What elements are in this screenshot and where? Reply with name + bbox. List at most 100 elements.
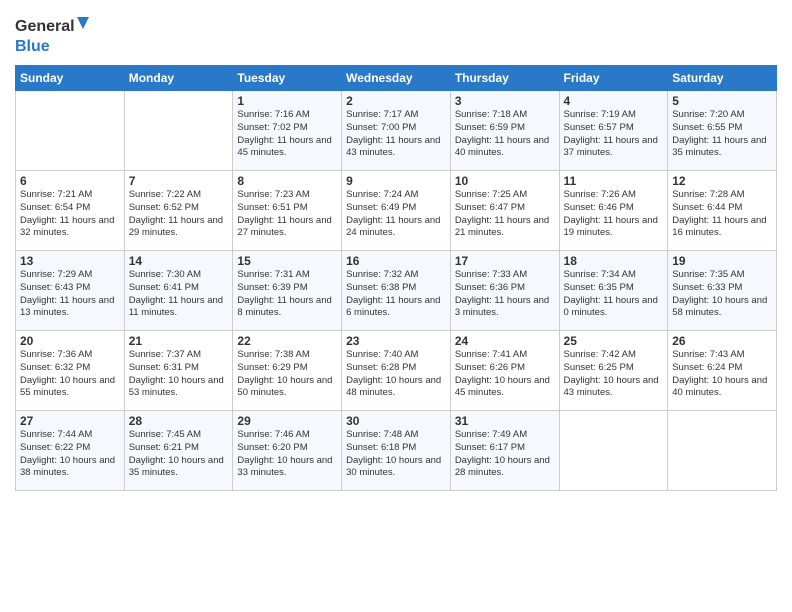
calendar-week-row: 27Sunrise: 7:44 AM Sunset: 6:22 PM Dayli… — [16, 411, 777, 491]
day-info: Sunrise: 7:24 AM Sunset: 6:49 PM Dayligh… — [346, 189, 446, 240]
day-info: Sunrise: 7:20 AM Sunset: 6:55 PM Dayligh… — [672, 109, 772, 160]
calendar-cell: 25Sunrise: 7:42 AM Sunset: 6:25 PM Dayli… — [559, 331, 668, 411]
calendar-cell — [559, 411, 668, 491]
calendar-cell: 5Sunrise: 7:20 AM Sunset: 6:55 PM Daylig… — [668, 91, 777, 171]
calendar-cell: 12Sunrise: 7:28 AM Sunset: 6:44 PM Dayli… — [668, 171, 777, 251]
day-number: 16 — [346, 254, 446, 268]
page-header: GeneralBlue — [15, 10, 777, 57]
calendar-cell: 23Sunrise: 7:40 AM Sunset: 6:28 PM Dayli… — [342, 331, 451, 411]
day-number: 12 — [672, 174, 772, 188]
day-info: Sunrise: 7:17 AM Sunset: 7:00 PM Dayligh… — [346, 109, 446, 160]
day-info: Sunrise: 7:18 AM Sunset: 6:59 PM Dayligh… — [455, 109, 555, 160]
logo: GeneralBlue — [15, 10, 95, 57]
day-number: 17 — [455, 254, 555, 268]
calendar-table: SundayMondayTuesdayWednesdayThursdayFrid… — [15, 65, 777, 491]
calendar-header-row: SundayMondayTuesdayWednesdayThursdayFrid… — [16, 66, 777, 91]
weekday-header-friday: Friday — [559, 66, 668, 91]
day-info: Sunrise: 7:34 AM Sunset: 6:35 PM Dayligh… — [564, 269, 664, 320]
day-info: Sunrise: 7:49 AM Sunset: 6:17 PM Dayligh… — [455, 429, 555, 480]
calendar-cell: 3Sunrise: 7:18 AM Sunset: 6:59 PM Daylig… — [450, 91, 559, 171]
calendar-cell: 30Sunrise: 7:48 AM Sunset: 6:18 PM Dayli… — [342, 411, 451, 491]
weekday-header-tuesday: Tuesday — [233, 66, 342, 91]
calendar-cell: 7Sunrise: 7:22 AM Sunset: 6:52 PM Daylig… — [124, 171, 233, 251]
day-number: 27 — [20, 414, 120, 428]
calendar-cell: 13Sunrise: 7:29 AM Sunset: 6:43 PM Dayli… — [16, 251, 125, 331]
calendar-week-row: 13Sunrise: 7:29 AM Sunset: 6:43 PM Dayli… — [16, 251, 777, 331]
day-info: Sunrise: 7:43 AM Sunset: 6:24 PM Dayligh… — [672, 349, 772, 400]
day-info: Sunrise: 7:21 AM Sunset: 6:54 PM Dayligh… — [20, 189, 120, 240]
calendar-cell: 14Sunrise: 7:30 AM Sunset: 6:41 PM Dayli… — [124, 251, 233, 331]
calendar-cell — [16, 91, 125, 171]
calendar-cell: 6Sunrise: 7:21 AM Sunset: 6:54 PM Daylig… — [16, 171, 125, 251]
day-info: Sunrise: 7:40 AM Sunset: 6:28 PM Dayligh… — [346, 349, 446, 400]
day-info: Sunrise: 7:36 AM Sunset: 6:32 PM Dayligh… — [20, 349, 120, 400]
day-info: Sunrise: 7:48 AM Sunset: 6:18 PM Dayligh… — [346, 429, 446, 480]
day-number: 25 — [564, 334, 664, 348]
weekday-header-monday: Monday — [124, 66, 233, 91]
day-number: 2 — [346, 94, 446, 108]
calendar-cell — [124, 91, 233, 171]
day-info: Sunrise: 7:28 AM Sunset: 6:44 PM Dayligh… — [672, 189, 772, 240]
calendar-cell: 26Sunrise: 7:43 AM Sunset: 6:24 PM Dayli… — [668, 331, 777, 411]
day-number: 20 — [20, 334, 120, 348]
day-number: 29 — [237, 414, 337, 428]
day-number: 15 — [237, 254, 337, 268]
day-info: Sunrise: 7:45 AM Sunset: 6:21 PM Dayligh… — [129, 429, 229, 480]
calendar-cell: 10Sunrise: 7:25 AM Sunset: 6:47 PM Dayli… — [450, 171, 559, 251]
day-info: Sunrise: 7:32 AM Sunset: 6:38 PM Dayligh… — [346, 269, 446, 320]
day-number: 23 — [346, 334, 446, 348]
calendar-cell: 4Sunrise: 7:19 AM Sunset: 6:57 PM Daylig… — [559, 91, 668, 171]
day-info: Sunrise: 7:46 AM Sunset: 6:20 PM Dayligh… — [237, 429, 337, 480]
calendar-cell: 16Sunrise: 7:32 AM Sunset: 6:38 PM Dayli… — [342, 251, 451, 331]
calendar-cell: 2Sunrise: 7:17 AM Sunset: 7:00 PM Daylig… — [342, 91, 451, 171]
day-number: 1 — [237, 94, 337, 108]
weekday-header-sunday: Sunday — [16, 66, 125, 91]
calendar-cell: 17Sunrise: 7:33 AM Sunset: 6:36 PM Dayli… — [450, 251, 559, 331]
day-number: 19 — [672, 254, 772, 268]
day-info: Sunrise: 7:44 AM Sunset: 6:22 PM Dayligh… — [20, 429, 120, 480]
day-number: 11 — [564, 174, 664, 188]
day-number: 7 — [129, 174, 229, 188]
svg-text:Blue: Blue — [15, 38, 50, 55]
day-number: 9 — [346, 174, 446, 188]
calendar-cell: 11Sunrise: 7:26 AM Sunset: 6:46 PM Dayli… — [559, 171, 668, 251]
day-number: 24 — [455, 334, 555, 348]
day-info: Sunrise: 7:30 AM Sunset: 6:41 PM Dayligh… — [129, 269, 229, 320]
calendar-cell: 9Sunrise: 7:24 AM Sunset: 6:49 PM Daylig… — [342, 171, 451, 251]
day-number: 14 — [129, 254, 229, 268]
day-info: Sunrise: 7:19 AM Sunset: 6:57 PM Dayligh… — [564, 109, 664, 160]
day-number: 10 — [455, 174, 555, 188]
day-number: 28 — [129, 414, 229, 428]
calendar-cell: 19Sunrise: 7:35 AM Sunset: 6:33 PM Dayli… — [668, 251, 777, 331]
day-number: 26 — [672, 334, 772, 348]
day-number: 30 — [346, 414, 446, 428]
day-number: 31 — [455, 414, 555, 428]
day-info: Sunrise: 7:37 AM Sunset: 6:31 PM Dayligh… — [129, 349, 229, 400]
calendar-cell: 15Sunrise: 7:31 AM Sunset: 6:39 PM Dayli… — [233, 251, 342, 331]
calendar-cell: 24Sunrise: 7:41 AM Sunset: 6:26 PM Dayli… — [450, 331, 559, 411]
day-info: Sunrise: 7:25 AM Sunset: 6:47 PM Dayligh… — [455, 189, 555, 240]
calendar-cell: 31Sunrise: 7:49 AM Sunset: 6:17 PM Dayli… — [450, 411, 559, 491]
weekday-header-thursday: Thursday — [450, 66, 559, 91]
calendar-cell: 8Sunrise: 7:23 AM Sunset: 6:51 PM Daylig… — [233, 171, 342, 251]
weekday-header-wednesday: Wednesday — [342, 66, 451, 91]
day-number: 3 — [455, 94, 555, 108]
day-info: Sunrise: 7:23 AM Sunset: 6:51 PM Dayligh… — [237, 189, 337, 240]
calendar-week-row: 1Sunrise: 7:16 AM Sunset: 7:02 PM Daylig… — [16, 91, 777, 171]
day-info: Sunrise: 7:31 AM Sunset: 6:39 PM Dayligh… — [237, 269, 337, 320]
logo-svg: GeneralBlue — [15, 15, 95, 57]
day-number: 8 — [237, 174, 337, 188]
day-info: Sunrise: 7:26 AM Sunset: 6:46 PM Dayligh… — [564, 189, 664, 240]
calendar-cell: 1Sunrise: 7:16 AM Sunset: 7:02 PM Daylig… — [233, 91, 342, 171]
calendar-week-row: 6Sunrise: 7:21 AM Sunset: 6:54 PM Daylig… — [16, 171, 777, 251]
day-number: 6 — [20, 174, 120, 188]
day-number: 13 — [20, 254, 120, 268]
day-info: Sunrise: 7:33 AM Sunset: 6:36 PM Dayligh… — [455, 269, 555, 320]
day-info: Sunrise: 7:35 AM Sunset: 6:33 PM Dayligh… — [672, 269, 772, 320]
calendar-cell: 18Sunrise: 7:34 AM Sunset: 6:35 PM Dayli… — [559, 251, 668, 331]
day-info: Sunrise: 7:42 AM Sunset: 6:25 PM Dayligh… — [564, 349, 664, 400]
day-info: Sunrise: 7:22 AM Sunset: 6:52 PM Dayligh… — [129, 189, 229, 240]
calendar-cell: 28Sunrise: 7:45 AM Sunset: 6:21 PM Dayli… — [124, 411, 233, 491]
day-number: 5 — [672, 94, 772, 108]
calendar-cell: 21Sunrise: 7:37 AM Sunset: 6:31 PM Dayli… — [124, 331, 233, 411]
